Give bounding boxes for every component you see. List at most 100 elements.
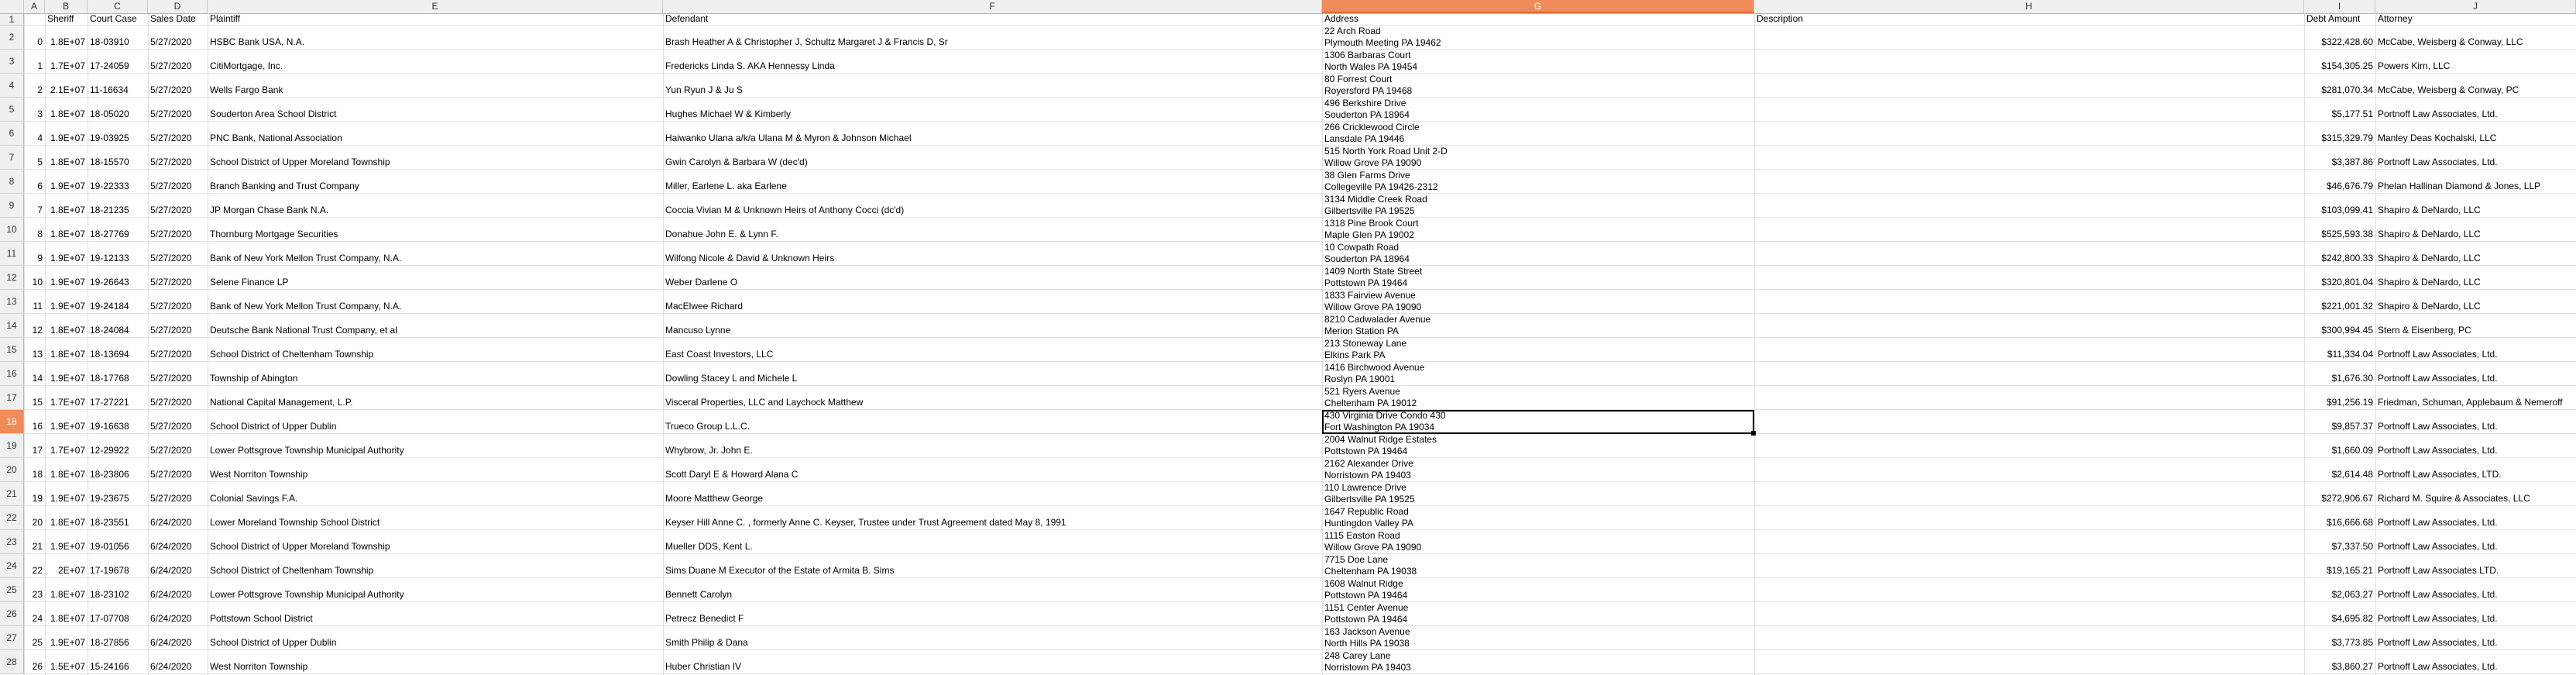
cell-c[interactable]: 18-27856 <box>88 626 148 649</box>
column-header-c[interactable]: C <box>88 0 148 13</box>
cell-j[interactable]: Portnoff Law Associates, Ltd. <box>2375 434 2576 457</box>
cell-f[interactable]: Bennett Carolyn <box>663 578 1322 601</box>
cell-d[interactable]: 5/27/2020 <box>148 386 208 409</box>
cell-b[interactable]: 1.9E+07 <box>45 530 88 553</box>
cell-h[interactable] <box>1754 290 2304 313</box>
cell-a[interactable]: 4 <box>24 122 45 145</box>
cell-b[interactable]: 1.9E+07 <box>45 362 88 385</box>
cell-b[interactable]: 1.7E+07 <box>45 386 88 409</box>
row-header-5[interactable]: 5 <box>0 98 24 122</box>
cell-h[interactable] <box>1754 50 2304 73</box>
cell-j[interactable]: Portnoff Law Associates, Ltd. <box>2375 530 2576 553</box>
cell-g[interactable]: 2004 Walnut Ridge Estates Pottstown PA 19… <box>1322 434 1754 457</box>
cell-e[interactable]: JP Morgan Chase Bank N.A. <box>208 194 663 217</box>
cell-f[interactable]: Gwin Carolyn & Barbara W (dec'd) <box>663 146 1322 169</box>
cell-d[interactable]: 6/24/2020 <box>148 650 208 673</box>
cell-a[interactable]: 1 <box>24 50 45 73</box>
cell-d[interactable]: 5/27/2020 <box>148 170 208 193</box>
cell-j[interactable]: Portnoff Law Associates, Ltd. <box>2375 98 2576 121</box>
cell-j[interactable]: McCabe, Weisberg & Conway, LLC <box>2375 26 2576 49</box>
cell-b[interactable]: 1.7E+07 <box>45 50 88 73</box>
cell-i[interactable]: $315,329.79 <box>2304 122 2375 145</box>
cell-d[interactable]: 5/27/2020 <box>148 218 208 241</box>
cell-d[interactable]: 5/27/2020 <box>148 266 208 289</box>
cell-e[interactable]: Township of Abington <box>208 362 663 385</box>
cell-c[interactable]: 17-07708 <box>88 602 148 625</box>
header-cell-b[interactable]: Sheriff <box>45 14 88 25</box>
cell-b[interactable]: 1.9E+07 <box>45 410 88 433</box>
cell-j[interactable]: Portnoff Law Associates, Ltd. <box>2375 338 2576 361</box>
cell-a[interactable]: 13 <box>24 338 45 361</box>
cell-i[interactable]: $320,801.04 <box>2304 266 2375 289</box>
cell-j[interactable]: Portnoff Law Associates, Ltd. <box>2375 626 2576 649</box>
cell-c[interactable]: 18-24084 <box>88 314 148 337</box>
row-header-9[interactable]: 9 <box>0 194 24 218</box>
row-header-18[interactable]: 18 <box>0 410 24 434</box>
cell-c[interactable]: 17-27221 <box>88 386 148 409</box>
cell-h[interactable] <box>1754 602 2304 625</box>
header-cell-d[interactable]: Sales Date <box>148 14 208 25</box>
cell-g[interactable]: 110 Lawrence Drive Gilbertsville PA 19525 <box>1322 482 1754 505</box>
cell-g[interactable]: 1647 Republic Road Huntingdon Valley PA <box>1322 506 1754 529</box>
cell-e[interactable]: Colonial Savings F.A. <box>208 482 663 505</box>
cell-h[interactable] <box>1754 362 2304 385</box>
cell-j[interactable]: Phelan Hallinan Diamond & Jones, LLP <box>2375 170 2576 193</box>
cell-i[interactable]: $281,070.34 <box>2304 74 2375 97</box>
cell-f[interactable]: Donahue John E. & Lynn F. <box>663 218 1322 241</box>
cell-i[interactable]: $242,800.33 <box>2304 242 2375 265</box>
row-header-20[interactable]: 20 <box>0 458 24 482</box>
row-header-7[interactable]: 7 <box>0 146 24 170</box>
cell-g[interactable]: 248 Carey Lane Norristown PA 19403 <box>1322 650 1754 673</box>
cell-h[interactable] <box>1754 74 2304 97</box>
cell-j[interactable]: Stern & Eisenberg, PC <box>2375 314 2576 337</box>
cell-j[interactable]: Portnoff Law Associates, Ltd. <box>2375 410 2576 433</box>
column-header-b[interactable]: B <box>45 0 88 13</box>
row-header-26[interactable]: 26 <box>0 602 24 626</box>
cell-j[interactable]: Friedman, Schuman, Applebaum & Nemeroff <box>2375 386 2576 409</box>
cell-d[interactable]: 5/27/2020 <box>148 26 208 49</box>
cell-i[interactable]: $11,334.04 <box>2304 338 2375 361</box>
cell-b[interactable]: 2E+07 <box>45 554 88 577</box>
cell-j[interactable]: Manley Deas Kochalski, LLC <box>2375 122 2576 145</box>
cell-a[interactable]: 15 <box>24 386 45 409</box>
cell-f[interactable]: Dowling Stacey L and Michele L <box>663 362 1322 385</box>
cell-j[interactable]: Richard M. Squire & Associates, LLC <box>2375 482 2576 505</box>
cell-b[interactable]: 1.8E+07 <box>45 578 88 601</box>
cell-d[interactable]: 5/27/2020 <box>148 458 208 481</box>
cell-b[interactable]: 1.8E+07 <box>45 314 88 337</box>
cell-h[interactable] <box>1754 170 2304 193</box>
row-header-13[interactable]: 13 <box>0 290 24 314</box>
cell-e[interactable]: West Norriton Township <box>208 650 663 673</box>
cell-a[interactable]: 0 <box>24 26 45 49</box>
cell-c[interactable]: 18-23806 <box>88 458 148 481</box>
cell-j[interactable]: McCabe, Weisberg & Conway, PC <box>2375 74 2576 97</box>
cell-h[interactable] <box>1754 338 2304 361</box>
cell-c[interactable]: 15-24166 <box>88 650 148 673</box>
cell-h[interactable] <box>1754 218 2304 241</box>
cell-c[interactable]: 19-01056 <box>88 530 148 553</box>
cell-j[interactable]: Shapiro & DeNardo, LLC <box>2375 266 2576 289</box>
cell-a[interactable]: 7 <box>24 194 45 217</box>
cell-b[interactable]: 1.8E+07 <box>45 146 88 169</box>
cell-d[interactable]: 5/27/2020 <box>148 194 208 217</box>
cell-f[interactable]: Wilfong Nicole & David & Unknown Heirs <box>663 242 1322 265</box>
row-header-17[interactable]: 17 <box>0 386 24 410</box>
cell-i[interactable]: $7,337.50 <box>2304 530 2375 553</box>
cell-a[interactable]: 20 <box>24 506 45 529</box>
column-header-i[interactable]: I <box>2304 0 2375 13</box>
cell-c[interactable]: 19-03925 <box>88 122 148 145</box>
row-header-24[interactable]: 24 <box>0 554 24 578</box>
cell-e[interactable]: Lower Pottsgrove Township Municipal Auth… <box>208 434 663 457</box>
cell-h[interactable] <box>1754 554 2304 577</box>
cell-a[interactable]: 3 <box>24 98 45 121</box>
column-header-e[interactable]: E <box>208 0 663 13</box>
cell-b[interactable]: 1.8E+07 <box>45 26 88 49</box>
cell-d[interactable]: 5/27/2020 <box>148 290 208 313</box>
cell-b[interactable]: 1.9E+07 <box>45 626 88 649</box>
cell-c[interactable]: 18-15570 <box>88 146 148 169</box>
cell-g[interactable]: 1833 Fairview Avenue Willow Grove PA 1909… <box>1322 290 1754 313</box>
cell-a[interactable]: 16 <box>24 410 45 433</box>
cell-h[interactable] <box>1754 98 2304 121</box>
header-cell-i[interactable]: Debt Amount <box>2304 14 2375 25</box>
row-header-15[interactable]: 15 <box>0 338 24 362</box>
